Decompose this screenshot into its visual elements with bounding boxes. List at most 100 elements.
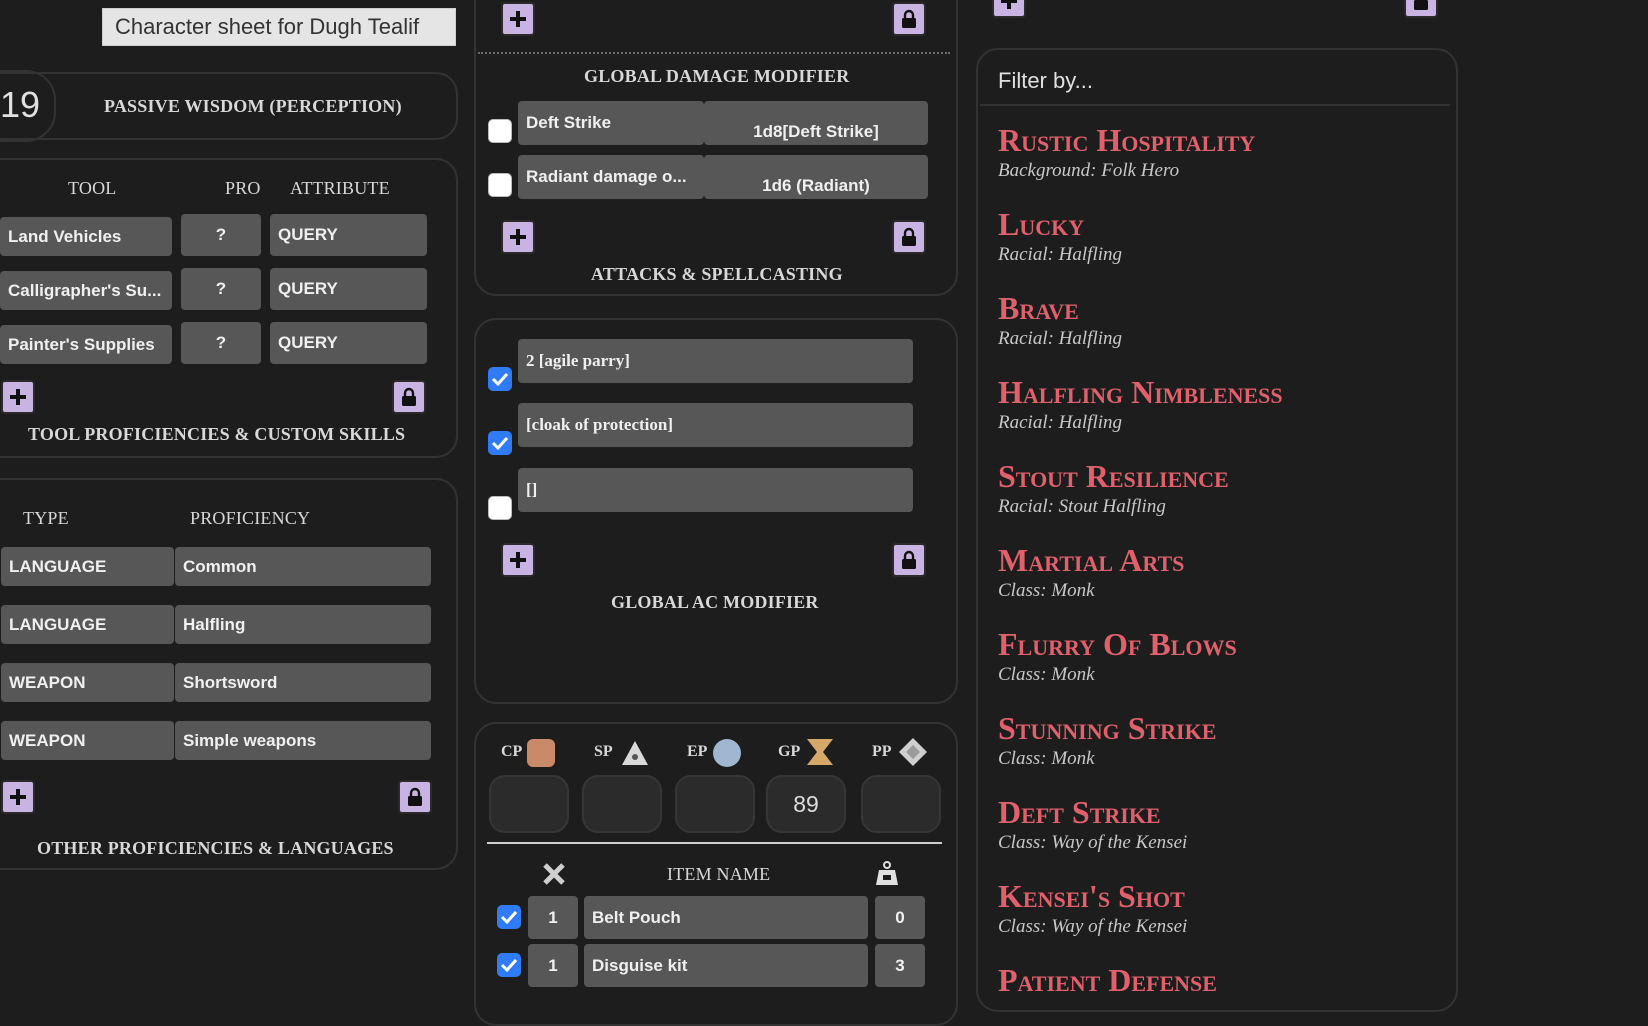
item-qty-field[interactable]: 1 [528, 944, 578, 987]
tool-name-field[interactable]: Calligrapher's Su... [0, 271, 172, 310]
feature-title[interactable]: Brave [998, 290, 1079, 327]
item-name-field[interactable]: Disguise kit [584, 944, 868, 987]
damage-mod-name-field[interactable]: Radiant damage o... [518, 155, 704, 199]
tool-attribute-select[interactable]: QUERY [270, 322, 427, 364]
ac-mod-checkbox[interactable] [488, 431, 512, 455]
plus-icon [510, 552, 526, 568]
gp-input[interactable]: 89 [766, 775, 846, 833]
global-ac-modifier-title: GLOBAL AC MODIFIER [611, 592, 819, 612]
other-proficiencies-title: OTHER PROFICIENCIES & LANGUAGES [37, 838, 394, 858]
prof-name-field[interactable]: Simple weapons [175, 721, 431, 760]
lock-ac-mod-button[interactable] [892, 543, 926, 577]
item-name-header: ITEM NAME [667, 864, 771, 884]
gp-label: GP [778, 743, 801, 760]
close-icon[interactable] [542, 862, 566, 886]
lock-damage-mod-button[interactable] [892, 220, 926, 254]
feature-title[interactable]: Patient Defense [998, 962, 1217, 999]
item-equipped-checkbox[interactable] [497, 905, 521, 929]
feature-source: Class: Monk [998, 664, 1095, 685]
add-attack-button[interactable] [501, 2, 535, 36]
feature-title[interactable]: Kensei's Shot [998, 878, 1185, 915]
feature-source: Class: Monk [998, 748, 1095, 769]
damage-mod-name-field[interactable]: Deft Strike [518, 101, 704, 145]
add-proficiency-button[interactable] [1, 780, 35, 814]
feature-title[interactable]: Stout Resilience [998, 458, 1229, 495]
silver-coin-icon [622, 741, 648, 765]
ep-label: EP [687, 743, 708, 760]
feature-source: Racial: Halfling [998, 244, 1123, 265]
global-damage-modifier-title: GLOBAL DAMAGE MODIFIER [584, 66, 850, 86]
ac-mod-field[interactable]: [cloak of protection] [518, 403, 913, 447]
feature-title[interactable]: Martial Arts [998, 542, 1184, 579]
feature-title[interactable]: Lucky [998, 206, 1084, 243]
damage-mod-checkbox[interactable] [488, 119, 512, 143]
plus-icon [510, 11, 526, 27]
tool-pro-select[interactable]: ? [181, 322, 261, 364]
plus-icon [10, 789, 26, 805]
ac-mod-checkbox[interactable] [488, 367, 512, 391]
prof-type-select[interactable]: WEAPON [1, 663, 174, 702]
prof-name-field[interactable]: Common [175, 547, 431, 586]
features-panel [976, 48, 1458, 1012]
item-weight-field[interactable]: 3 [875, 944, 925, 987]
feature-title[interactable]: Halfling Nimbleness [998, 374, 1283, 411]
ac-mod-field[interactable]: 2 [agile parry] [518, 339, 913, 383]
lock-tools-button[interactable] [392, 380, 426, 414]
add-ac-mod-button[interactable] [501, 543, 535, 577]
add-tool-button[interactable] [1, 380, 35, 414]
add-feature-button[interactable] [992, 0, 1026, 18]
item-qty-field[interactable]: 1 [528, 896, 578, 939]
damage-mod-checkbox[interactable] [488, 173, 512, 197]
attacks-spellcasting-title: ATTACKS & SPELLCASTING [591, 264, 843, 284]
lock-proficiencies-button[interactable] [398, 780, 432, 814]
item-weight-field[interactable]: 0 [875, 896, 925, 939]
attacks-panel [474, 0, 958, 296]
feature-source: Class: Way of the Kensei [998, 832, 1188, 853]
feature-title[interactable]: Flurry Of Blows [998, 626, 1237, 663]
lock-features-button[interactable] [1404, 0, 1438, 18]
checkmark-icon [500, 958, 518, 973]
feature-source: Class: Way of the Kensei [998, 916, 1188, 937]
tooltip: Character sheet for Dugh Tealif [102, 8, 456, 46]
prof-type-select[interactable]: WEAPON [1, 721, 174, 760]
checkmark-icon [491, 436, 509, 451]
feature-title[interactable]: Stunning Strike [998, 710, 1216, 747]
tool-name-field[interactable]: Painter's Supplies [0, 325, 172, 364]
lock-attacks-button[interactable] [892, 2, 926, 36]
damage-mod-dice-field[interactable]: 1d8[Deft Strike] [704, 101, 928, 145]
tool-pro-select[interactable]: ? [181, 214, 261, 256]
item-name-field[interactable]: Belt Pouch [584, 896, 868, 939]
cp-input[interactable] [489, 775, 569, 833]
add-damage-mod-button[interactable] [501, 220, 535, 254]
prof-name-field[interactable]: Shortsword [175, 663, 431, 702]
lock-icon [408, 787, 422, 806]
damage-mod-dice-field[interactable]: 1d6 (Radiant) [704, 155, 928, 199]
tool-attribute-select[interactable]: QUERY [270, 214, 427, 256]
lock-icon [902, 550, 916, 569]
prof-name-field[interactable]: Halfling [175, 605, 431, 644]
passive-wisdom-label: PASSIVE WISDOM (PERCEPTION) [104, 96, 402, 116]
plus-icon [10, 389, 26, 405]
cp-label: CP [501, 743, 523, 760]
ep-input[interactable] [675, 775, 755, 833]
filter-input[interactable]: Filter by... [998, 68, 1093, 94]
sp-input[interactable] [582, 775, 662, 833]
item-equipped-checkbox[interactable] [497, 953, 521, 977]
tool-name-field[interactable]: Land Vehicles [0, 217, 172, 256]
tool-attribute-select[interactable]: QUERY [270, 268, 427, 310]
feature-title[interactable]: Rustic Hospitality [998, 122, 1255, 159]
prof-type-select[interactable]: LANGUAGE [1, 547, 174, 586]
plus-icon [510, 229, 526, 245]
proficiency-header: PROFICIENCY [190, 508, 311, 528]
lock-icon [402, 387, 416, 406]
pp-input[interactable] [861, 775, 941, 833]
ac-mod-checkbox[interactable] [488, 496, 512, 520]
lock-icon [902, 9, 916, 28]
tool-pro-select[interactable]: ? [181, 268, 261, 310]
feature-title[interactable]: Deft Strike [998, 794, 1161, 831]
weight-icon [876, 861, 898, 885]
tool-header: TOOL [68, 178, 117, 198]
divider [980, 104, 1450, 106]
ac-mod-field[interactable]: [] [518, 468, 913, 512]
prof-type-select[interactable]: LANGUAGE [1, 605, 174, 644]
